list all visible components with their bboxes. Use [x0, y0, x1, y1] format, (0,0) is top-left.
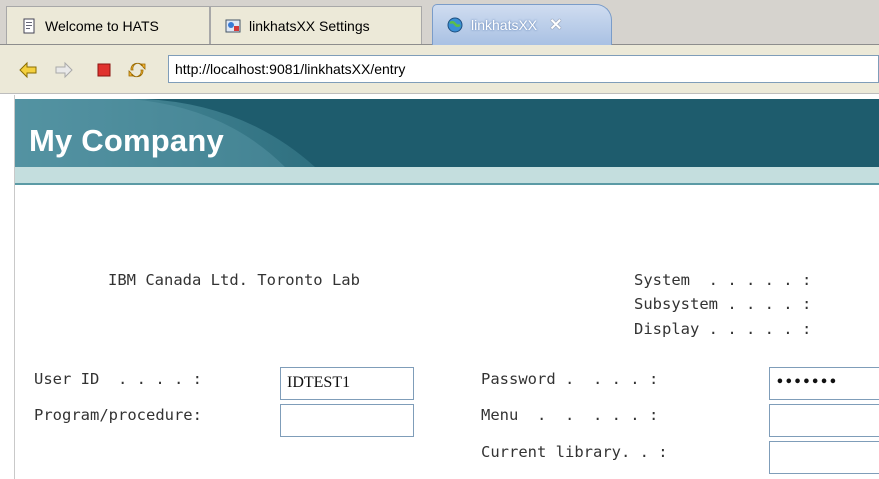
subsystem-label: Subsystem . . . . : [634, 295, 812, 313]
address-bar-input[interactable] [168, 55, 879, 83]
browser-toolbar [0, 45, 879, 94]
company-banner: My Company [15, 99, 879, 167]
refresh-icon[interactable] [127, 60, 147, 80]
stop-icon[interactable] [94, 60, 114, 80]
banner-band [15, 167, 879, 183]
program-procedure-label: Program/procedure: [34, 406, 202, 424]
back-arrow-icon[interactable] [18, 60, 38, 80]
tab-label: linkhatsXX Settings [249, 17, 370, 34]
program-procedure-input[interactable] [280, 404, 414, 437]
current-library-input[interactable] [769, 441, 879, 474]
tab-label: Welcome to HATS [45, 17, 159, 34]
system-label: System . . . . . : [634, 271, 812, 289]
forward-arrow-icon[interactable] [54, 60, 74, 80]
password-input[interactable]: ••••••• [769, 367, 879, 400]
lab-header-text: IBM Canada Ltd. Toronto Lab [108, 271, 360, 289]
editor-tab-bar: Welcome to HATS linkhatsXX Settings link… [0, 0, 879, 45]
page-viewport: My Company IBM Canada Ltd. Toronto Lab S… [14, 95, 879, 479]
tab-label: linkhatsXX [471, 17, 538, 33]
banner-divider [15, 183, 879, 185]
password-label: Password . . . . : [481, 370, 659, 388]
tab-welcome-to-hats[interactable]: Welcome to HATS [6, 6, 210, 44]
current-library-label: Current library. . : [481, 443, 668, 461]
user-id-input[interactable]: IDTEST1 [280, 367, 414, 400]
tab-linkhatsxx[interactable]: linkhatsXX ✕ [432, 4, 612, 45]
company-title: My Company [29, 123, 224, 158]
tab-linkhatsxx-settings[interactable]: linkhatsXX Settings [210, 6, 422, 44]
menu-input[interactable] [769, 404, 879, 437]
menu-label: Menu . . . . . : [481, 406, 659, 424]
document-icon [21, 18, 37, 34]
settings-icon [225, 18, 241, 34]
globe-icon [447, 17, 463, 33]
display-label: Display . . . . . : [634, 320, 812, 338]
user-id-label: User ID . . . . : [34, 370, 202, 388]
close-tab-icon[interactable]: ✕ [549, 15, 562, 35]
